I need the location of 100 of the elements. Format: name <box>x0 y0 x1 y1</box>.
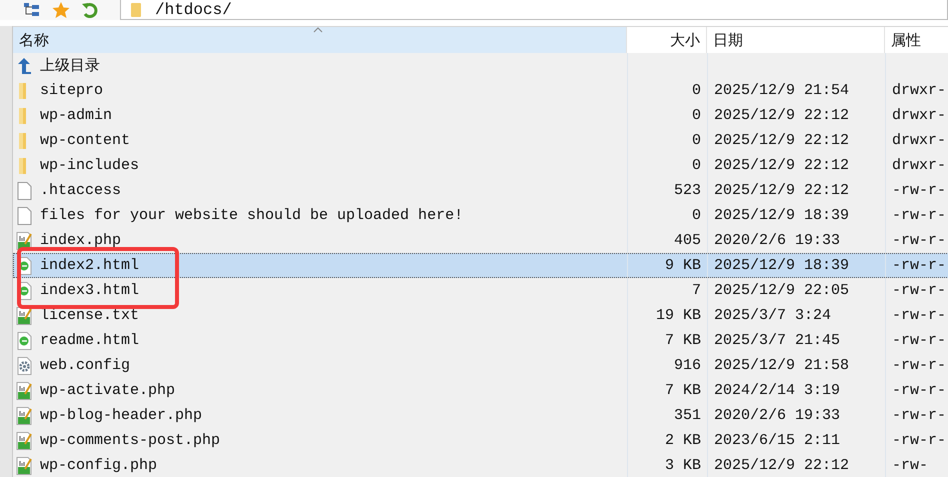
file-attributes: -rw-r- <box>892 382 946 399</box>
file-size: 7 KB <box>664 382 701 399</box>
file-row[interactable]: wp-admin 0 2025/12/9 22:12 drwxr- <box>13 103 948 128</box>
file-date: 2023/6/15 2:11 <box>714 432 840 449</box>
web-file-icon <box>16 332 32 350</box>
refresh-icon[interactable] <box>82 2 100 18</box>
file-size: 0 <box>692 107 701 124</box>
file-size: 2 KB <box>664 432 701 449</box>
file-attributes: drwxr- <box>892 82 946 99</box>
file-icon <box>16 182 32 200</box>
file-name: wp-config.php <box>40 457 158 474</box>
file-date: 2025/12/9 18:39 <box>714 207 850 224</box>
file-name: wp-includes <box>40 157 140 174</box>
file-row[interactable]: wp-config.php 3 KB 2025/12/9 22:12 -rw- <box>13 453 948 477</box>
file-row[interactable]: wp-activate.php 7 KB 2024/2/14 3:19 -rw-r- <box>13 378 948 403</box>
file-date: 2025/12/9 22:12 <box>714 157 850 174</box>
file-attributes: -rw-r- <box>892 282 946 299</box>
file-date: 2025/12/9 22:12 <box>714 107 850 124</box>
script-file-icon <box>16 232 32 250</box>
file-name: index.php <box>40 232 122 249</box>
star-icon[interactable] <box>52 2 70 18</box>
file-date: 2025/3/7 21:45 <box>714 332 840 349</box>
file-name: readme.html <box>40 332 140 349</box>
script-file-icon <box>16 432 32 450</box>
file-attributes: -rw-r- <box>892 307 946 324</box>
script-file-icon <box>16 456 32 474</box>
file-attributes: -rw-r- <box>892 407 946 424</box>
gear-file-icon <box>16 356 32 374</box>
file-size: 351 <box>674 407 701 424</box>
tree-icon[interactable] <box>24 3 40 17</box>
file-size: 916 <box>674 357 701 374</box>
file-attributes: -rw-r- <box>892 257 946 274</box>
file-attributes: -rw-r- <box>892 332 946 349</box>
file-attributes: -rw-r- <box>892 432 946 449</box>
up-arrow-icon <box>16 56 32 74</box>
file-attributes: drwxr- <box>892 132 946 149</box>
script-file-icon <box>16 306 32 324</box>
file-name: sitepro <box>40 82 104 99</box>
file-row[interactable]: index2.html 9 KB 2025/12/9 18:39 -rw-r- <box>13 253 948 278</box>
file-row[interactable]: index3.html 7 2025/12/9 22:05 -rw-r- <box>13 278 948 303</box>
file-name: .htaccess <box>40 182 122 199</box>
file-date: 2025/12/9 21:58 <box>714 357 850 374</box>
file-date: 2024/2/14 3:19 <box>714 382 840 399</box>
file-row[interactable]: wp-includes 0 2025/12/9 22:12 drwxr- <box>13 153 948 178</box>
file-date: 2025/12/9 22:12 <box>714 132 850 149</box>
file-name: wp-comments-post.php <box>40 432 220 449</box>
file-row[interactable]: sitepro 0 2025/12/9 21:54 drwxr- <box>13 78 948 103</box>
file-name: wp-blog-header.php <box>40 407 202 424</box>
file-row[interactable]: files for your website should be uploaded here! 0 2025/12/9 18:39 -rw-r- <box>13 203 948 228</box>
file-name: index2.html <box>40 257 140 274</box>
file-row[interactable]: web.config 916 2025/12/9 21:58 -rw-r- <box>13 353 948 378</box>
file-name: wp-content <box>40 132 130 149</box>
file-row[interactable]: .htaccess 523 2025/12/9 22:12 -rw-r- <box>13 178 948 203</box>
file-size: 0 <box>692 82 701 99</box>
file-row[interactable]: wp-content 0 2025/12/9 22:12 drwxr- <box>13 128 948 153</box>
column-header[interactable]: 日期 <box>707 27 885 53</box>
column-header[interactable]: 名称 <box>13 27 627 53</box>
file-size: 9 KB <box>664 257 701 274</box>
column-header[interactable]: 大小 <box>627 27 707 53</box>
file-size: 0 <box>692 132 701 149</box>
file-attributes: drwxr- <box>892 107 946 124</box>
file-size: 523 <box>674 182 701 199</box>
file-name: 上级目录 <box>40 56 100 75</box>
file-name: web.config <box>40 357 130 374</box>
file-icon <box>16 206 32 224</box>
file-date: 2025/3/7 3:24 <box>714 307 832 324</box>
file-date: 2020/2/6 19:33 <box>714 407 840 424</box>
sort-caret-icon <box>313 27 323 33</box>
column-header[interactable]: 属性 <box>885 27 948 53</box>
file-date: 2025/12/9 18:39 <box>714 257 850 274</box>
file-row[interactable]: wp-blog-header.php 351 2020/2/6 19:33 -rw-r- <box>13 403 948 428</box>
file-row[interactable]: wp-comments-post.php 2 KB 2023/6/15 2:11 -rw-r- <box>13 428 948 453</box>
file-size: 405 <box>674 232 701 249</box>
path-field[interactable]: /htdocs/ <box>120 0 948 20</box>
file-row[interactable]: readme.html 7 KB 2025/3/7 21:45 -rw-r- <box>13 328 948 353</box>
file-attributes: -rw-r- <box>892 232 946 249</box>
file-size: 3 KB <box>664 457 701 474</box>
file-name: wp-admin <box>40 107 112 124</box>
file-size: 0 <box>692 157 701 174</box>
file-name: index3.html <box>40 282 140 299</box>
file-size: 19 KB <box>656 307 701 324</box>
file-attributes: -rw-r- <box>892 207 946 224</box>
file-attributes: -rw-r- <box>892 182 946 199</box>
file-name: files for your website should be uploaded here! <box>40 207 464 224</box>
script-file-icon <box>16 382 32 400</box>
file-attributes: -rw- <box>892 457 928 474</box>
file-date: 2025/12/9 22:12 <box>714 457 850 474</box>
file-row[interactable]: 上级目录 <box>13 53 948 78</box>
file-size: 7 KB <box>664 332 701 349</box>
file-date: 2020/2/6 19:33 <box>714 232 840 249</box>
script-file-icon <box>16 406 32 424</box>
folder-icon <box>131 2 141 16</box>
file-row[interactable]: license.txt 19 KB 2025/3/7 3:24 -rw-r- <box>13 303 948 328</box>
file-attributes: -rw-r- <box>892 357 946 374</box>
file-attributes: drwxr- <box>892 157 946 174</box>
file-date: 2025/12/9 22:05 <box>714 282 850 299</box>
file-name: license.txt <box>40 307 140 324</box>
file-size: 0 <box>692 207 701 224</box>
file-size: 7 <box>692 282 701 299</box>
file-date: 2025/12/9 21:54 <box>714 82 850 99</box>
